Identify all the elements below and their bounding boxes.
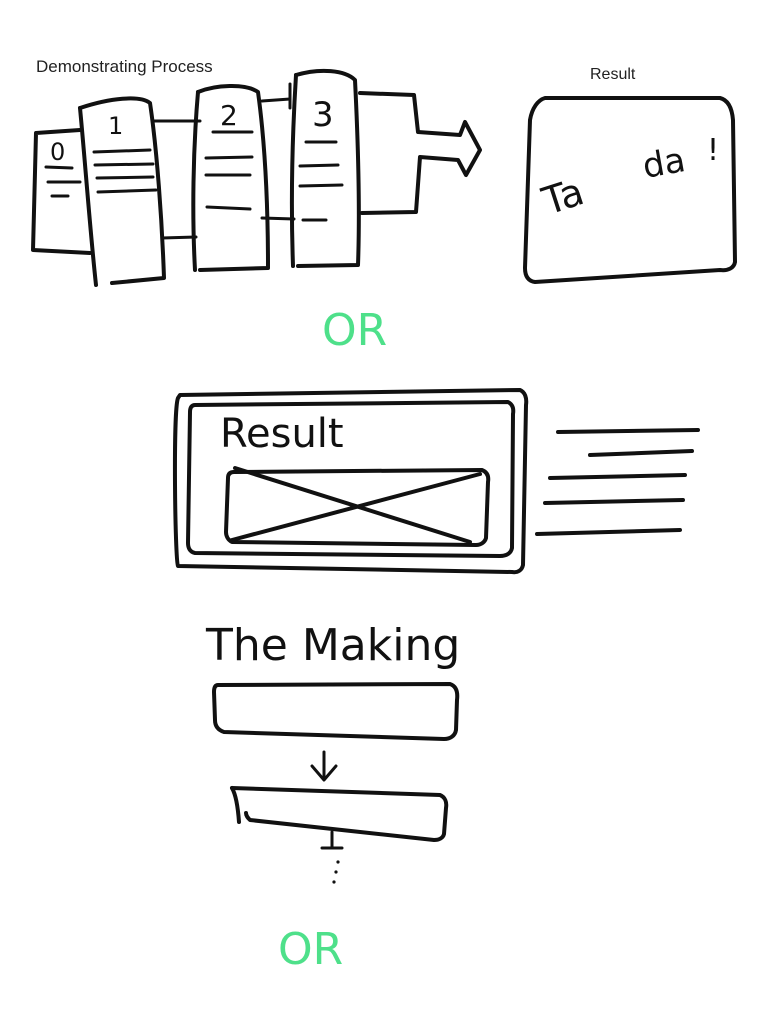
process-page-3: 3 [290,68,361,268]
making-heading: The Making [205,620,460,671]
result-text-da: da [640,140,689,187]
description-text-lines [535,428,700,536]
step-number-0: 0 [50,138,65,166]
process-title: Demonstrating Process [36,57,213,76]
connector-2-3-bottom [260,216,296,221]
down-arrow-1 [310,750,338,782]
step-number-1: 1 [108,112,123,140]
arrow-to-result [358,91,482,215]
step-number-3: 3 [312,95,334,135]
result-card: Ta da ! [523,96,737,284]
image-placeholder [224,466,491,547]
making-step-box-1 [212,682,460,741]
sketch-canvas: Demonstrating Process Result 0 1 2 3 Ta … [31,57,737,975]
or-separator-2: OR [278,924,343,975]
result-title: Result [590,66,636,83]
making-step-box-2 [230,786,449,842]
continuation-indicator [320,830,344,884]
result-text-exclaim: ! [707,133,719,168]
process-page-2: 2 [191,83,270,272]
connector-2-3-top [260,97,292,103]
connector-1-2-bottom [160,235,198,240]
result-showcase-heading: Result [220,411,344,457]
process-page-1: 1 [78,96,166,287]
or-separator-1: OR [322,305,387,356]
process-page-0: 0 [31,128,92,255]
step-number-2: 2 [220,99,238,132]
result-text-ta: Ta [536,169,589,224]
